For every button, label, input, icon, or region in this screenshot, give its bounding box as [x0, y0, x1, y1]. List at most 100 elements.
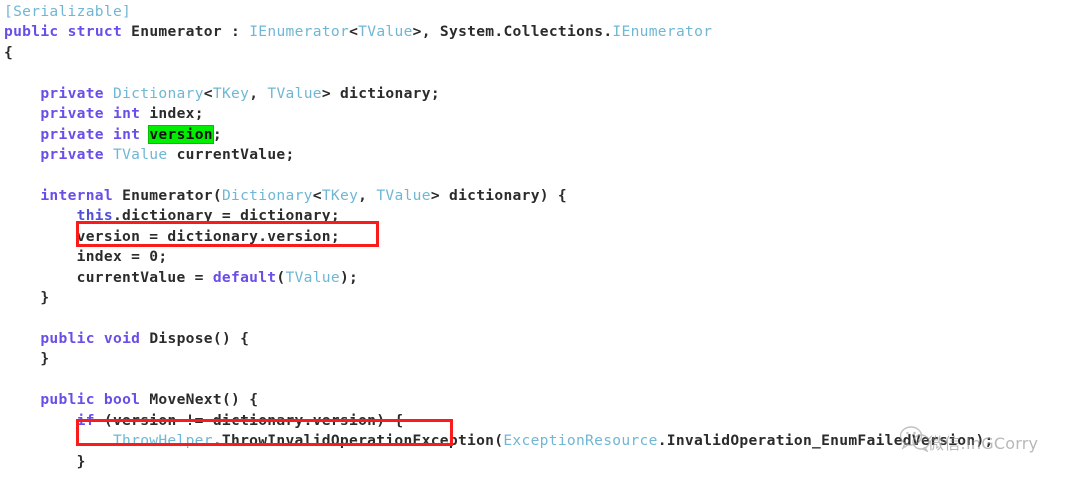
code-screenshot: [Serializable] public struct Enumerator :…: [0, 0, 1080, 500]
code-token: internal: [40, 186, 113, 204]
code-token: {: [4, 43, 14, 61]
code-line: if (version != dictionary.version) {: [4, 411, 994, 431]
code-token: currentValue;: [176, 146, 295, 164]
code-token: TValue: [376, 186, 431, 204]
code-line: version = dictionary.version;: [4, 227, 994, 247]
code-token: ;: [212, 125, 222, 143]
code-line: internal Enumerator(Dictionary<TKey, TVa…: [4, 186, 994, 206]
code-token: this: [76, 207, 113, 225]
code-token: .InvalidOperation_EnumFailedVersion: [657, 432, 976, 450]
code-token: IEnumerator: [249, 23, 350, 41]
code-line: private int index;: [4, 104, 994, 124]
code-token: if: [76, 411, 95, 429]
code-token: ,: [249, 84, 268, 102]
code-token: Dictionary: [221, 186, 313, 204]
code-token: index;: [149, 105, 204, 123]
code-line: this.dictionary = dictionary;: [4, 206, 994, 226]
code-token: struct: [67, 23, 123, 41]
code-token: int: [112, 125, 141, 143]
code-token: <: [203, 84, 213, 102]
code-line: {: [4, 43, 994, 63]
code-line: currentValue = default(TValue);: [4, 268, 994, 288]
code-token: default: [212, 268, 277, 286]
code-token: TValue: [112, 146, 168, 164]
code-line: public struct Enumerator : IEnumerator<T…: [4, 22, 994, 42]
code-token: );: [975, 432, 994, 450]
code-token: }: [76, 452, 86, 470]
code-token: Enumerator: [131, 23, 222, 41]
code-token: ThrowHelper: [112, 432, 213, 450]
code-line: private int version;: [4, 124, 994, 145]
code-token: TKey: [321, 186, 359, 204]
code-token: private: [40, 105, 104, 123]
code-token: TValue: [267, 84, 322, 102]
code-block: [Serializable] public struct Enumerator :…: [0, 0, 994, 472]
code-token: version = dictionary.version;: [76, 227, 340, 245]
code-token: );: [339, 268, 359, 286]
code-token: dictionary;: [340, 84, 440, 102]
code-token: int: [112, 105, 141, 123]
code-token: <: [312, 186, 322, 204]
code-token: .dictionary = dictionary;: [112, 207, 340, 225]
code-token: Dictionary: [112, 84, 204, 102]
code-token: TKey: [212, 84, 250, 102]
code-token: public: [40, 330, 95, 347]
code-token: bool: [103, 391, 141, 409]
code-token: Enumerator(: [122, 186, 222, 204]
code-token: TValue: [285, 268, 340, 286]
code-token: Dispose() {: [149, 330, 250, 347]
code-token: private: [40, 146, 104, 164]
code-token: currentValue =: [76, 268, 213, 286]
code-token: System.Collections.: [439, 23, 613, 41]
code-line: }: [4, 288, 994, 308]
code-token: private: [40, 125, 104, 143]
code-line: index = 0;: [4, 247, 994, 267]
code-line: ThrowHelper.ThrowInvalidOperationExcepti…: [4, 431, 994, 451]
code-token: IEnumerator: [612, 23, 713, 41]
code-line: }: [4, 452, 994, 472]
code-line: private TValue currentValue;: [4, 145, 994, 165]
code-token: >,: [412, 23, 440, 41]
code-token: ExceptionResource: [503, 432, 658, 450]
code-token: .ThrowInvalidOperationException(: [212, 432, 504, 450]
code-token: MoveNext() {: [149, 391, 259, 409]
code-line: }: [4, 349, 994, 369]
code-token: public: [40, 391, 95, 409]
code-token: }: [40, 350, 50, 368]
code-line: public void Dispose() {: [4, 329, 994, 349]
code-line: public bool MoveNext() {: [4, 390, 994, 410]
code-token: TValue: [358, 23, 413, 41]
code-token: dictionary) {: [448, 186, 568, 204]
code-token: ;: [158, 248, 168, 266]
code-token: index =: [76, 248, 150, 266]
code-line: private Dictionary<TKey, TValue> diction…: [4, 84, 994, 104]
code-token: <: [349, 23, 359, 41]
